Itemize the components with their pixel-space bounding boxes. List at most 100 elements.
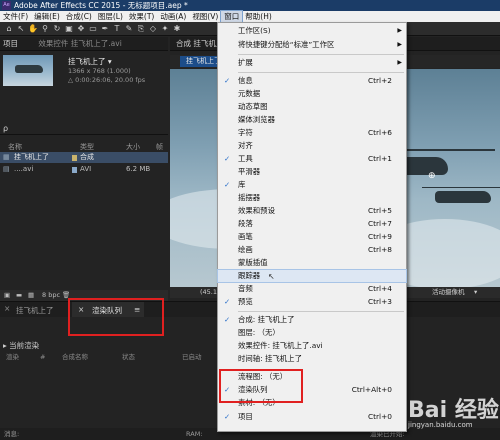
- label-color-swatch[interactable]: [72, 167, 77, 173]
- menu-item-audio[interactable]: 音频 Ctrl+4: [218, 283, 406, 295]
- thumb-resolution: 1366 x 768 (1.000): [68, 67, 131, 75]
- hand-tool-icon[interactable]: ✋: [28, 24, 38, 34]
- project-columns-header: 名称 类型 大小 帧: [0, 142, 168, 152]
- menu-item-label: 平滑器: [238, 167, 261, 176]
- menu-item-tools[interactable]: ✓ 工具 Ctrl+1: [218, 153, 406, 165]
- rectangle-tool-icon[interactable]: ▭: [88, 24, 98, 34]
- menu-animation[interactable]: 动画(A): [157, 11, 189, 22]
- menu-item-label: 项目: [238, 412, 253, 421]
- thumb-name[interactable]: 挂飞机上了 ▾: [68, 56, 112, 67]
- menu-item-paragraph[interactable]: 段落 Ctrl+7: [218, 218, 406, 230]
- menu-item-smoother[interactable]: 平滑器: [218, 166, 406, 178]
- menu-edit[interactable]: 编辑(E): [31, 11, 63, 22]
- menu-shortcut: Ctrl+3: [367, 297, 392, 306]
- helicopter-image: [435, 191, 491, 203]
- menu-item-label: 将快捷键分配给“标准”工作区: [238, 40, 335, 49]
- menu-item-library[interactable]: ✓ 库: [218, 179, 406, 191]
- menu-effect[interactable]: 效果(T): [126, 11, 157, 22]
- interpret-footage-icon[interactable]: ▣: [4, 290, 10, 301]
- menu-help[interactable]: 帮助(H): [242, 11, 275, 22]
- menu-separator: [238, 54, 404, 55]
- menu-item-composition[interactable]: ✓ 合成: 挂飞机上了: [218, 314, 406, 326]
- tab-timeline-comp[interactable]: 挂飞机上了: [16, 305, 54, 316]
- column-render[interactable]: 渲染: [6, 352, 19, 363]
- menu-layer[interactable]: 图层(L): [95, 11, 126, 22]
- zoom-tool-icon[interactable]: ⚲: [40, 24, 50, 34]
- menu-item-effects-presets[interactable]: 效果和预设 Ctrl+5: [218, 205, 406, 217]
- menu-item-project[interactable]: ✓ 项目 Ctrl+0: [218, 411, 406, 423]
- tab-effect-controls[interactable]: 效果控件 挂飞机上了.avi: [20, 39, 121, 48]
- row-type: 合成: [80, 153, 94, 161]
- anchor-point-icon[interactable]: ⊕: [428, 171, 436, 181]
- tab-project[interactable]: 项目: [0, 39, 18, 48]
- home-icon[interactable]: ⌂: [4, 24, 14, 34]
- menu-item-label: 元数据: [238, 89, 261, 98]
- table-row[interactable]: ▦ 挂飞机上了 合成: [0, 152, 168, 163]
- roto-brush-tool-icon[interactable]: ✦: [160, 24, 170, 34]
- camera-tool-icon[interactable]: ▣: [64, 24, 74, 34]
- menu-item-mask-interpolation[interactable]: 蒙版插值: [218, 257, 406, 269]
- menu-view[interactable]: 视图(V): [189, 11, 221, 22]
- column-frame[interactable]: 帧: [156, 142, 163, 152]
- menu-item-metadata[interactable]: 元数据: [218, 88, 406, 100]
- clone-stamp-tool-icon[interactable]: ⎘: [136, 24, 146, 34]
- menu-item-paint[interactable]: 绘画 Ctrl+8: [218, 244, 406, 256]
- column-size[interactable]: 大小: [126, 142, 140, 152]
- menu-item-tracker[interactable]: 跟踪器 ↖: [217, 269, 407, 283]
- menu-item-align[interactable]: 对齐: [218, 140, 406, 152]
- column-name[interactable]: 名称: [8, 142, 22, 152]
- column-type[interactable]: 类型: [80, 142, 94, 152]
- rotate-tool-icon[interactable]: ↻: [52, 24, 62, 34]
- menu-shortcut: Ctrl+9: [367, 232, 392, 241]
- menu-item-wiggler[interactable]: 摇摆器: [218, 192, 406, 204]
- menu-item-brushes[interactable]: 画笔 Ctrl+9: [218, 231, 406, 243]
- helicopter-thumbnail-image: [15, 65, 43, 73]
- zoom-level[interactable]: (45.1: [200, 287, 217, 298]
- label-color-swatch[interactable]: [72, 155, 77, 161]
- column-number[interactable]: #: [40, 352, 45, 363]
- selection-tool-icon[interactable]: ↖: [16, 24, 26, 34]
- divider: [0, 134, 168, 135]
- text-tool-icon[interactable]: T: [112, 24, 122, 34]
- pan-behind-tool-icon[interactable]: ✥: [76, 24, 86, 34]
- close-icon[interactable]: ×: [4, 304, 10, 313]
- menu-item-motion-sketch[interactable]: 动态草图: [218, 101, 406, 113]
- search-icon[interactable]: ρ: [3, 124, 8, 133]
- column-status[interactable]: 状态: [122, 352, 135, 363]
- menu-window[interactable]: 窗口: [220, 10, 244, 23]
- checkmark-icon: ✓: [224, 154, 231, 163]
- menu-item-timeline[interactable]: 时间轴: 挂飞机上了: [218, 353, 406, 365]
- puppet-tool-icon[interactable]: ✱: [172, 24, 182, 34]
- menu-item-info[interactable]: ✓ 信息 Ctrl+2: [218, 75, 406, 87]
- table-row[interactable]: ▤ ....avi AVI 6.2 MB: [0, 164, 168, 175]
- menu-item-label: 工作区(S): [238, 26, 271, 35]
- menu-composition[interactable]: 合成(C): [63, 11, 95, 22]
- menu-item-label: 效果和预设: [238, 206, 275, 215]
- menu-item-preview[interactable]: ✓ 预览 Ctrl+3: [218, 296, 406, 308]
- row-name: ....avi: [14, 165, 34, 173]
- menu-item-character[interactable]: 字符 Ctrl+6: [218, 127, 406, 139]
- column-started[interactable]: 已启动: [182, 352, 202, 363]
- bit-depth-label[interactable]: 8 bpc: [42, 290, 60, 301]
- menu-file[interactable]: 文件(F): [0, 11, 31, 22]
- pen-tool-icon[interactable]: ✒: [100, 24, 110, 34]
- menu-item-media-browser[interactable]: 媒体浏览器: [218, 114, 406, 126]
- chevron-down-icon[interactable]: ▾: [474, 287, 477, 298]
- new-folder-icon[interactable]: ▬: [16, 290, 22, 301]
- menu-item-extensions[interactable]: 扩展 ▶: [218, 57, 406, 69]
- menu-item-assign-shortcut[interactable]: 将快捷键分配给“标准”工作区 ▶: [218, 39, 406, 51]
- checkmark-icon: ✓: [224, 76, 231, 85]
- render-columns-header: 渲染 # 合成名称 状态 已启动: [0, 352, 217, 363]
- menu-item-layer[interactable]: 图层: （无）: [218, 327, 406, 339]
- new-composition-icon[interactable]: ▦: [28, 290, 34, 301]
- checkmark-icon: ✓: [224, 297, 231, 306]
- eraser-tool-icon[interactable]: ◇: [148, 24, 158, 34]
- camera-dropdown[interactable]: 活动摄像机: [432, 287, 465, 298]
- menu-item-workspace[interactable]: 工作区(S) ▶: [218, 25, 406, 37]
- menu-item-label: 合成: 挂飞机上了: [238, 315, 295, 324]
- menu-item-label: 对齐: [238, 141, 253, 150]
- column-comp-name[interactable]: 合成名称: [62, 352, 88, 363]
- brush-tool-icon[interactable]: ✎: [124, 24, 134, 34]
- menu-item-effect-controls[interactable]: 效果控件: 挂飞机上了.avi: [218, 340, 406, 352]
- after-effects-logo-icon: Ae: [2, 1, 11, 10]
